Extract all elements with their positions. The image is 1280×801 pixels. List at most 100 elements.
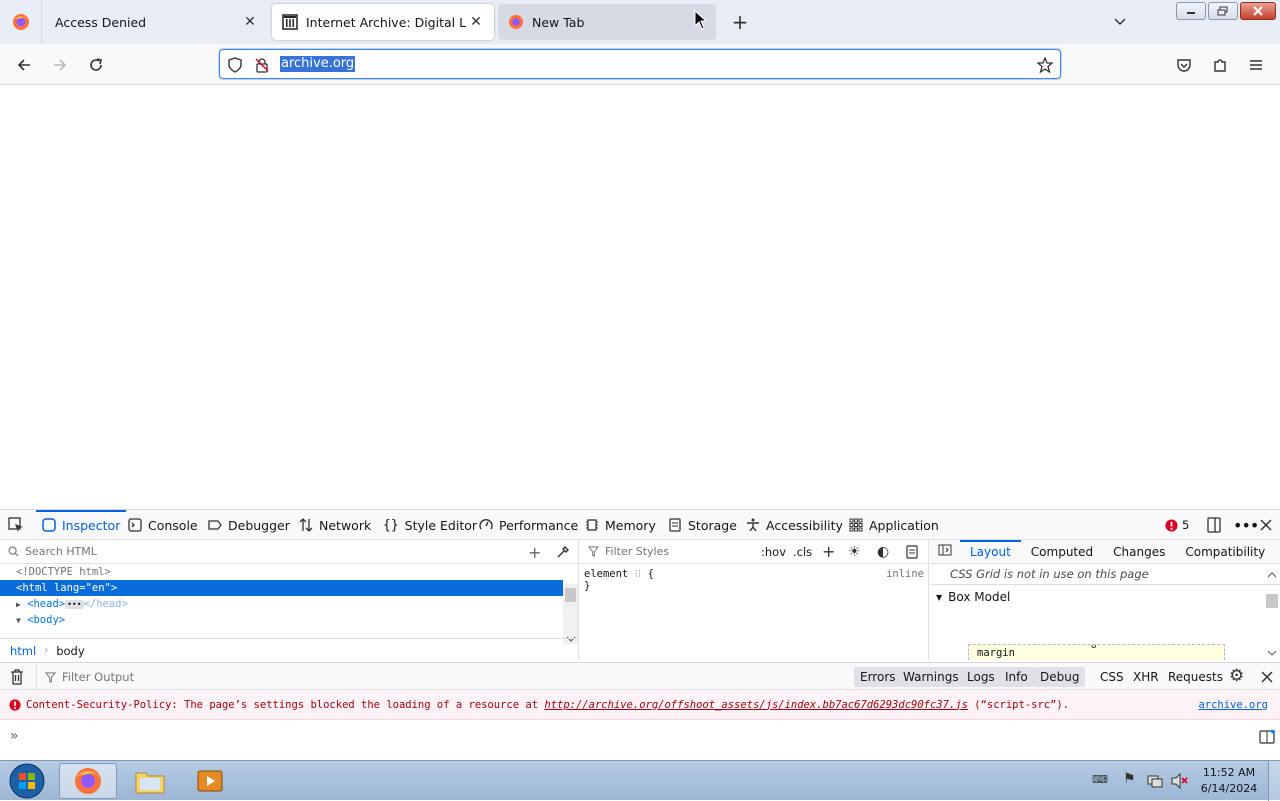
scroll-down-arrow-icon[interactable] <box>1267 650 1277 656</box>
tab-console[interactable]: Console <box>128 510 198 540</box>
grid-toggle-icon[interactable]: ⁝⁝ <box>635 568 642 580</box>
bookmark-star-icon[interactable] <box>1036 56 1054 74</box>
firefox-view-button[interactable] <box>0 0 42 44</box>
minimize-button[interactable] <box>1176 2 1206 20</box>
search-html-input[interactable] <box>25 545 445 558</box>
close-split-console-icon[interactable] <box>1261 671 1273 683</box>
devtools-menu-button[interactable]: ••• <box>1233 510 1259 540</box>
add-rule-button[interactable]: + <box>822 542 835 561</box>
box-model-margin[interactable]: margin 8 <box>968 644 1225 660</box>
filter-errors-button[interactable]: Errors <box>854 667 902 687</box>
scroll-up-arrow-icon[interactable] <box>1267 572 1277 578</box>
forward-button[interactable] <box>47 52 73 78</box>
pick-element-button[interactable] <box>8 510 24 540</box>
tab-layout[interactable]: Layout <box>960 539 1021 564</box>
cls-toggle[interactable]: .cls <box>793 545 812 559</box>
close-tab-icon[interactable]: ✕ <box>466 12 486 32</box>
tab-computed[interactable]: Computed <box>1021 540 1103 564</box>
filter-css-button[interactable]: CSS <box>1094 667 1130 687</box>
light-scheme-icon[interactable]: ☀ <box>848 544 861 560</box>
expand-arrow-icon[interactable]: ▶ <box>16 600 21 609</box>
close-tab-icon[interactable]: ✕ <box>240 12 260 32</box>
breadcrumb-body[interactable]: body <box>56 644 84 658</box>
tab-inspector[interactable]: Inspector <box>35 510 127 540</box>
volume-muted-icon[interactable] <box>1171 773 1189 789</box>
box-model-header[interactable]: ▼ Box Model <box>930 585 1280 609</box>
tab-memory[interactable]: Memory <box>585 510 656 540</box>
tab-access-denied[interactable]: Access Denied ✕ <box>44 4 268 40</box>
action-center-flag-icon[interactable]: ⚑ <box>1123 771 1136 787</box>
markup-node-html[interactable]: <html lang="en"> <box>0 580 563 596</box>
taskbar-file-explorer[interactable] <box>121 763 179 799</box>
tab-new-tab[interactable]: New Tab <box>498 4 716 40</box>
layout-scrollbar[interactable] <box>1264 564 1280 660</box>
dark-scheme-icon[interactable]: ◐ <box>877 544 889 560</box>
filter-requests-button[interactable]: Requests <box>1162 667 1229 687</box>
list-all-tabs-button[interactable] <box>1108 12 1132 32</box>
taskbar-media-player[interactable] <box>181 763 239 799</box>
print-media-icon[interactable] <box>906 545 918 559</box>
filter-logs-button[interactable]: Logs <box>961 667 1001 687</box>
markup-node-head[interactable]: ▶ <head> ••• </head> <box>0 596 578 612</box>
add-node-button[interactable]: + <box>528 543 541 562</box>
insecure-lock-icon[interactable] <box>253 56 271 74</box>
dock-options-button[interactable] <box>1206 510 1222 540</box>
restore-button[interactable] <box>1208 2 1238 20</box>
extensions-button[interactable] <box>1207 52 1233 78</box>
app-menu-button[interactable] <box>1243 52 1269 78</box>
scrollbar-thumb[interactable] <box>1266 594 1278 608</box>
taskbar-clock[interactable]: 11:52 AM 6/14/2024 <box>1196 765 1262 797</box>
tab-style-editor[interactable]: {} Style Editor <box>383 510 477 540</box>
close-window-button[interactable] <box>1240 2 1276 20</box>
tab-performance[interactable]: Performance <box>479 510 578 540</box>
error-source-link[interactable]: archive.org <box>1198 699 1268 711</box>
markup-node-doctype[interactable]: <!DOCTYPE html> <box>0 564 578 580</box>
console-input[interactable]: » <box>0 720 1280 760</box>
ellipsis-badge[interactable]: ••• <box>65 600 84 609</box>
shield-icon[interactable] <box>226 56 244 74</box>
editor-mode-icon[interactable] <box>1259 730 1275 744</box>
filter-output-input[interactable] <box>62 670 362 684</box>
tab-storage[interactable]: Storage <box>668 510 737 540</box>
error-resource-link[interactable]: http://archive.org/offshoot_assets/js/in… <box>544 699 968 711</box>
page-content <box>0 85 1280 509</box>
filter-styles-input[interactable] <box>605 545 755 558</box>
filter-info-button[interactable]: Info <box>999 667 1034 687</box>
new-tab-button[interactable]: + <box>728 10 752 34</box>
tab-accessibility[interactable]: Accessibility <box>746 510 843 540</box>
trash-icon[interactable] <box>10 669 24 685</box>
tab-internet-archive[interactable]: Internet Archive: Digital Library of Fre… <box>272 4 494 40</box>
show-desktop-button[interactable] <box>1268 761 1280 801</box>
reload-button[interactable] <box>83 52 109 78</box>
breadcrumb-html[interactable]: html <box>10 644 36 658</box>
box-model-title: Box Model <box>948 590 1011 604</box>
back-button[interactable] <box>11 52 37 78</box>
error-count: 5 <box>1182 518 1190 532</box>
tab-changes[interactable]: Changes <box>1103 540 1175 564</box>
eyedropper-icon[interactable] <box>556 545 570 559</box>
pocket-button[interactable] <box>1171 52 1197 78</box>
scrollbar-thumb[interactable] <box>565 588 576 602</box>
close-devtools-button[interactable] <box>1260 510 1272 540</box>
url-text[interactable]: archive.org <box>280 56 356 72</box>
toggle-sidebar-icon[interactable] <box>930 544 960 559</box>
address-bar[interactable]: archive.org <box>219 49 1061 79</box>
filter-warnings-button[interactable]: Warnings <box>897 667 965 687</box>
margin-top-value[interactable]: 8 <box>1091 645 1096 651</box>
markup-node-body[interactable]: ▼ <body> <box>0 612 578 628</box>
collapse-arrow-icon[interactable]: ▼ <box>16 616 21 625</box>
error-count-button[interactable]: 5 <box>1165 510 1189 540</box>
tab-compatibility[interactable]: Compatibility <box>1175 540 1275 564</box>
tab-application[interactable]: Application <box>849 510 939 540</box>
network-status-icon[interactable] <box>1147 773 1163 789</box>
markup-scrollbar[interactable] <box>563 584 578 644</box>
start-button[interactable] <box>0 763 54 799</box>
tab-network[interactable]: Network <box>299 510 371 540</box>
filter-debug-button[interactable]: Debug <box>1034 667 1086 687</box>
tab-debugger[interactable]: Debugger <box>208 510 290 540</box>
taskbar-firefox[interactable] <box>59 763 117 799</box>
keyboard-icon[interactable]: ⌨ <box>1092 773 1108 786</box>
console-settings-gear-icon[interactable]: ⚙ <box>1229 666 1244 686</box>
filter-xhr-button[interactable]: XHR <box>1127 667 1165 687</box>
hov-toggle[interactable]: :hov <box>761 545 786 559</box>
